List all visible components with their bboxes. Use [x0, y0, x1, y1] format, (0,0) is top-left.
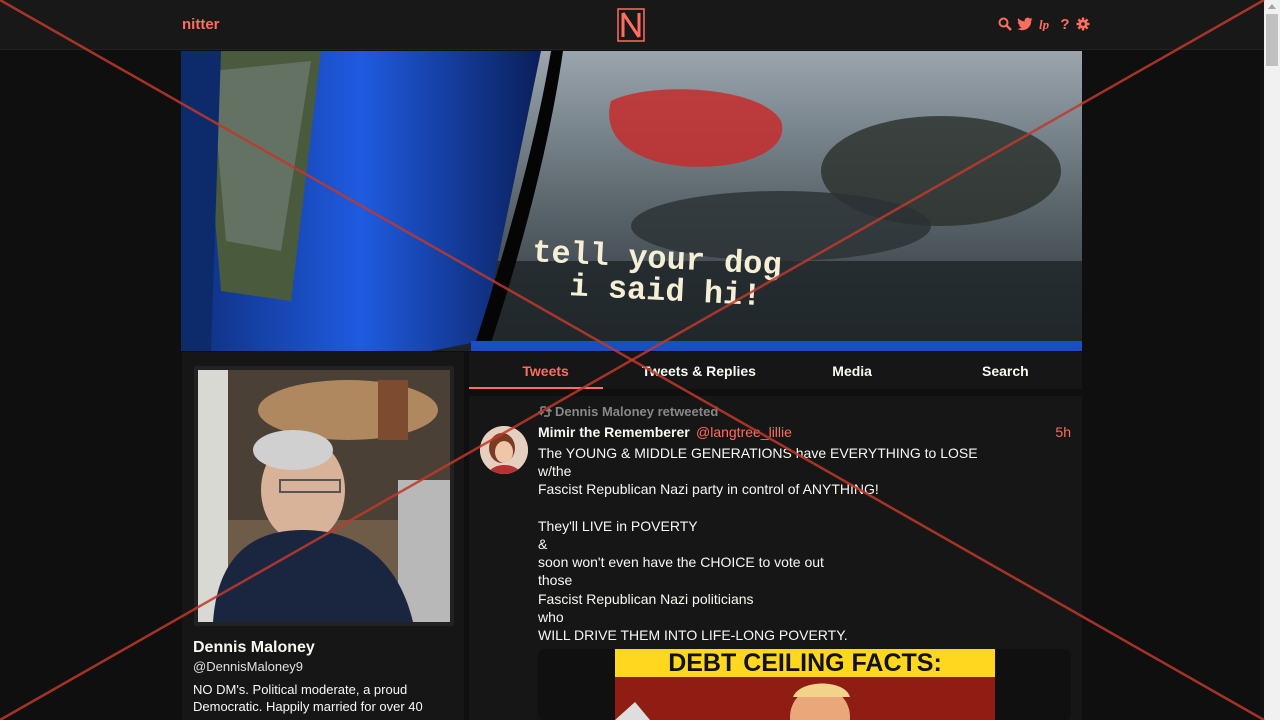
- timeline-item[interactable]: Dennis Maloney retweeted Mimir the Remem…: [469, 396, 1082, 720]
- tweet-avatar[interactable]: [480, 426, 528, 474]
- twitter-icon[interactable]: [1016, 16, 1034, 32]
- profile-bio: NO DM's. Political moderate, a proud Dem…: [193, 682, 423, 714]
- tab-media[interactable]: Media: [776, 352, 929, 389]
- attachment-image[interactable]: DEBT CEILING FACTS:: [615, 649, 995, 720]
- timeline: Tweets Tweets & Replies Media Search Den…: [469, 352, 1082, 720]
- profile-card: Dennis Maloney @DennisMaloney9 NO DM's. …: [182, 352, 464, 720]
- profile-fullname[interactable]: Dennis Maloney: [193, 639, 315, 657]
- brand-link[interactable]: nitter: [182, 16, 220, 33]
- profile-avatar[interactable]: [194, 366, 454, 626]
- profile-username[interactable]: @DennisMaloney9: [193, 659, 303, 674]
- tab-tweets[interactable]: Tweets: [469, 352, 622, 389]
- tab-search[interactable]: Search: [929, 352, 1082, 389]
- retweet-header: Dennis Maloney retweeted: [538, 404, 718, 419]
- tweet-username[interactable]: @langtree_lillie: [696, 424, 792, 440]
- retweet-header-text: Dennis Maloney retweeted: [555, 404, 719, 419]
- scroll-thumb[interactable]: [1266, 14, 1278, 66]
- tweet-fullname[interactable]: Mimir the Rememberer: [538, 424, 690, 440]
- scroll-up-arrow-icon[interactable]: [1268, 4, 1276, 9]
- navbar: nitter lp ?: [0, 0, 1264, 50]
- retweet-icon: [538, 406, 552, 417]
- nav-icons: lp ?: [998, 16, 1090, 33]
- liberapay-icon[interactable]: lp: [1038, 16, 1054, 32]
- nitter-logo-icon[interactable]: [617, 8, 645, 42]
- search-icon[interactable]: [998, 16, 1012, 32]
- svg-text:lp: lp: [1039, 17, 1050, 31]
- attachment-headline: DEBT CEILING FACTS:: [615, 649, 995, 677]
- tab-tweets-replies[interactable]: Tweets & Replies: [622, 352, 775, 389]
- gear-icon[interactable]: [1076, 16, 1090, 32]
- tweet-attachment[interactable]: DEBT CEILING FACTS:: [538, 649, 1071, 720]
- tweet-date[interactable]: 5h: [1055, 424, 1071, 440]
- tweet-content: The YOUNG & MIDDLE GENERATIONS have EVER…: [538, 445, 978, 644]
- profile-banner[interactable]: tell your dog i said hi!: [181, 51, 1082, 351]
- profile-tabs: Tweets Tweets & Replies Media Search: [469, 352, 1082, 389]
- help-icon[interactable]: ?: [1058, 16, 1072, 33]
- page-scrollbar[interactable]: [1264, 0, 1280, 720]
